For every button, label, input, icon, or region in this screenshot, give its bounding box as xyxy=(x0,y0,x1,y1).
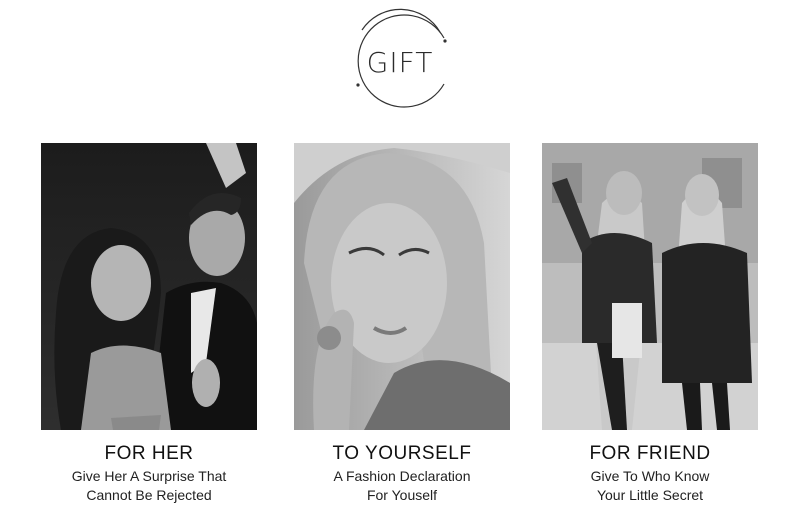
card-description-line2: For Youself xyxy=(366,487,438,503)
card-description-line2: Your Little Secret xyxy=(596,487,704,503)
couple-photo xyxy=(41,143,257,430)
gift-card-to-yourself[interactable]: TO YOURSELF A Fashion Declaration For Yo… xyxy=(294,143,510,505)
card-heading: FOR HER xyxy=(104,443,194,464)
card-heading: TO YOURSELF xyxy=(332,443,472,464)
page-title: GIFT xyxy=(366,46,434,79)
friends-walking-photo xyxy=(542,143,758,430)
gift-card-for-friend[interactable]: FOR FRIEND Give To Who Know Your Little … xyxy=(542,143,758,505)
card-heading: FOR FRIEND xyxy=(589,443,711,464)
card-description-line1: Give To Who Know xyxy=(590,468,710,484)
card-description-line2: Cannot Be Rejected xyxy=(86,487,212,503)
card-description-line1: A Fashion Declaration xyxy=(333,468,471,484)
gift-header: GIFT xyxy=(340,6,460,116)
card-description-line1: Give Her A Surprise That xyxy=(71,468,227,484)
gift-card-for-her[interactable]: FOR HER Give Her A Surprise That Cannot … xyxy=(41,143,257,505)
woman-portrait-photo xyxy=(294,143,510,430)
